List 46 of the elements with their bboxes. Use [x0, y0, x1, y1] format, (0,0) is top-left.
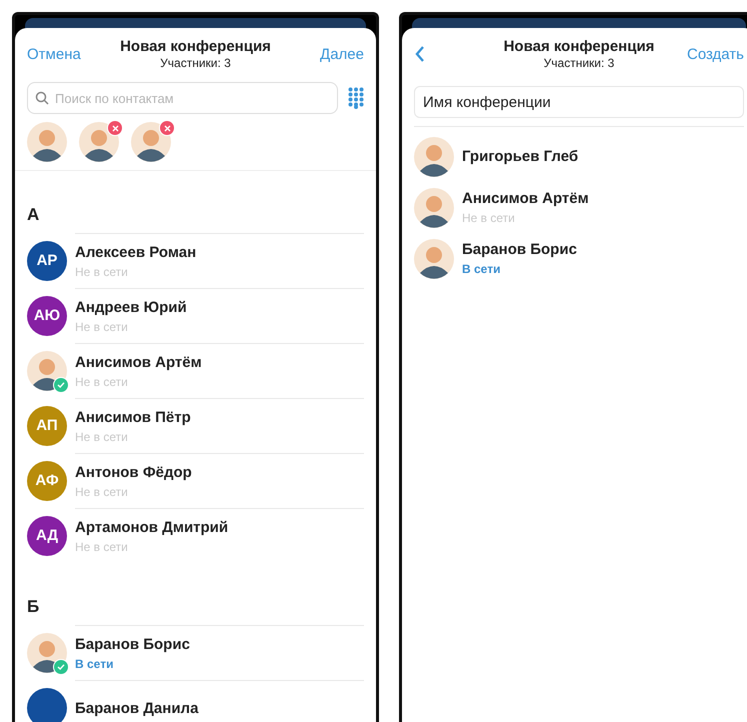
- avatar-silhouette: [27, 350, 67, 390]
- initials-avatar: АП: [27, 406, 67, 446]
- avatar-silhouette: [414, 188, 454, 228]
- dialpad-icon[interactable]: [348, 87, 364, 109]
- chosen-participant[interactable]: [27, 122, 67, 162]
- avatar-silhouette: [131, 122, 171, 162]
- search-icon: [35, 91, 49, 105]
- participants-count: Участники: 3: [544, 56, 614, 70]
- participant-status: В сети: [462, 262, 502, 276]
- close-icon: [164, 124, 170, 132]
- contact-status: В сети: [75, 656, 114, 670]
- avatar-silhouette: [414, 136, 454, 176]
- avatar-silhouette: [27, 122, 67, 162]
- remove-badge[interactable]: [107, 120, 123, 136]
- participant-name: Баранов Борис: [462, 241, 578, 258]
- screen-title: Новая конференция: [504, 38, 654, 55]
- contact-name: Анисимов Пётр: [75, 408, 192, 426]
- check-icon: [57, 662, 65, 670]
- contact-name: Анисимов Артём: [75, 354, 203, 370]
- initials-avatar: АД: [27, 516, 67, 556]
- back-button[interactable]: [414, 45, 426, 63]
- check-icon: [57, 380, 65, 388]
- section-letter: Б: [26, 596, 40, 618]
- initials-avatar: АЮ: [27, 296, 67, 336]
- search-field[interactable]: Поиск по контактам: [27, 82, 338, 114]
- contact-name: Алексеев Роман: [75, 244, 198, 260]
- remove-badge[interactable]: [159, 120, 175, 136]
- contact-name: Андреев Юрий: [75, 298, 188, 316]
- initials-avatar: АФ: [27, 460, 67, 500]
- avatar-silhouette: [414, 238, 454, 278]
- back-icon: [414, 45, 426, 63]
- contact-row[interactable]: Баранов Данила: [15, 680, 376, 722]
- section-letter: А: [26, 204, 40, 226]
- contact-name: Антонов Фёдор: [75, 464, 193, 480]
- participants-count: Участники: 3: [160, 56, 231, 70]
- screen-title: Новая конференция: [120, 38, 271, 55]
- participant-name: Анисимов Артём: [462, 190, 590, 207]
- contact-row[interactable]: Баранов Борис В сети: [15, 625, 376, 680]
- participant-name: Григорьев Глеб: [462, 148, 580, 165]
- contact-name: Баранов Борис: [75, 636, 191, 652]
- avatar-silhouette: [79, 122, 119, 162]
- close-icon: [112, 124, 118, 132]
- initials-avatar: АР: [27, 240, 67, 280]
- contact-name: Баранов Данила: [75, 700, 200, 716]
- conference-name-field[interactable]: Имя конференции: [414, 86, 744, 118]
- contact-name: Артамонов Дмитрий: [75, 518, 230, 536]
